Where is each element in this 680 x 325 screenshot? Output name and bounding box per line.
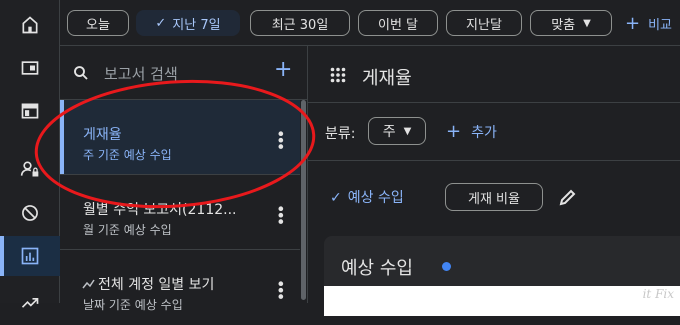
chart-card: 예상 수입: [324, 236, 680, 316]
metric-label: 예상 수입: [347, 190, 404, 206]
caret-down-icon: ▼: [583, 17, 591, 29]
report-subtitle: 주 기준 예상 수입: [83, 148, 172, 162]
nav-panel[interactable]: [0, 91, 60, 131]
list-scrollbar[interactable]: [301, 100, 306, 300]
chip-label: 지난 7일: [172, 17, 221, 33]
chip-label: 최근 30일: [271, 17, 329, 33]
report-search: 보고서 검색 +: [60, 46, 308, 100]
dimension-value: 주: [382, 124, 396, 140]
chip-label: 이번 달: [377, 17, 418, 33]
home-icon: [22, 16, 38, 34]
report-header: 게재율: [308, 46, 680, 103]
chip-today[interactable]: 오늘: [67, 10, 129, 36]
report-item[interactable]: 전체 계정 일별 보기 날짜 기준 예상 수입 •••: [60, 250, 300, 325]
nav-reports[interactable]: [0, 236, 60, 276]
report-subtitle: 월 기준 예상 수입: [83, 223, 172, 237]
nav-user-lock[interactable]: [0, 149, 60, 189]
nav-home[interactable]: [0, 5, 60, 45]
more-vert-icon[interactable]: •••: [271, 279, 290, 298]
plus-icon: +: [446, 121, 462, 142]
more-vert-icon[interactable]: •••: [271, 204, 290, 223]
chip-custom[interactable]: 맞춤 ▼: [530, 10, 612, 36]
nav-rail: [0, 0, 60, 308]
chip-label: 오늘: [86, 17, 110, 33]
report-title: 전체 계정 일별 보기: [98, 277, 215, 293]
apps-grid-icon[interactable]: [330, 67, 346, 83]
chip-last-7-days[interactable]: ✓ 지난 7일: [136, 10, 240, 36]
date-range-toolbar: 오늘 ✓ 지난 7일 최근 30일 이번 달 지난달 맞춤 ▼ + 비교: [60, 0, 680, 46]
chip-last-month[interactable]: 지난달: [446, 10, 522, 36]
pencil-icon[interactable]: [558, 187, 578, 207]
reports-icon: [21, 247, 39, 265]
report-item[interactable]: 게재율 주 기준 예상 수입 •••: [60, 100, 300, 175]
dimension-select[interactable]: 주 ▼: [368, 117, 426, 145]
nav-trending[interactable]: [0, 283, 60, 323]
compare-button[interactable]: + 비교: [625, 10, 672, 36]
block-icon: [22, 205, 38, 221]
metric-chip-selected[interactable]: ✓ 예상 수입: [330, 187, 404, 207]
caret-down-icon: ▼: [403, 125, 412, 137]
sparkle-icon: [82, 279, 95, 289]
add-label: 추가: [471, 125, 497, 141]
report-subtitle: 날짜 기준 예상 수입: [83, 298, 183, 312]
add-report-button[interactable]: +: [274, 59, 292, 81]
report-view: 게재율 분류: 주 ▼ + 추가 ✓ 예상 수입 게재 비율 예상 수입: [308, 46, 680, 316]
dimension-label: 분류:: [325, 126, 356, 142]
chip-label: 지난달: [466, 17, 502, 33]
report-title: 게재율: [83, 127, 122, 143]
compare-label: 비교: [648, 17, 673, 33]
chip-label: 맞춤: [551, 17, 576, 33]
report-item[interactable]: 월별 수익 보고서(2112... 월 기준 예상 수입 •••: [60, 175, 300, 250]
page-title: 게재율: [362, 68, 412, 89]
panel-icon: [21, 103, 39, 119]
plus-icon: +: [625, 12, 641, 34]
nav-block[interactable]: [0, 193, 60, 233]
trending-icon: [21, 298, 39, 308]
window-icon: [21, 61, 39, 75]
chart-title: 예상 수입: [341, 258, 413, 279]
metric-chip[interactable]: 게재 비율: [445, 183, 543, 211]
check-icon: ✓: [155, 15, 167, 31]
series-dot: [442, 262, 451, 271]
check-icon: ✓: [330, 190, 342, 206]
report-list-panel: 보고서 검색 + 게재율 주 기준 예상 수입 ••• 월별 수익 보고서(21…: [60, 46, 308, 312]
chip-last-30-days[interactable]: 최근 30일: [250, 10, 350, 36]
chart-area: [324, 286, 680, 316]
more-vert-icon[interactable]: •••: [271, 129, 290, 148]
metric-row: ✓ 예상 수입 게재 비율: [308, 161, 680, 223]
metric-label: 게재 비율: [468, 191, 520, 207]
report-title: 월별 수익 보고서(2112...: [83, 202, 237, 218]
watermark: it Fix: [642, 287, 674, 301]
nav-window[interactable]: [0, 48, 60, 88]
dimension-row: 분류: 주 ▼ + 추가: [308, 103, 680, 161]
search-icon: [74, 66, 88, 80]
add-dimension-button[interactable]: + 추가: [446, 121, 497, 142]
user-lock-icon: [20, 161, 39, 177]
chip-this-month[interactable]: 이번 달: [358, 10, 438, 36]
search-input[interactable]: 보고서 검색: [104, 63, 178, 84]
